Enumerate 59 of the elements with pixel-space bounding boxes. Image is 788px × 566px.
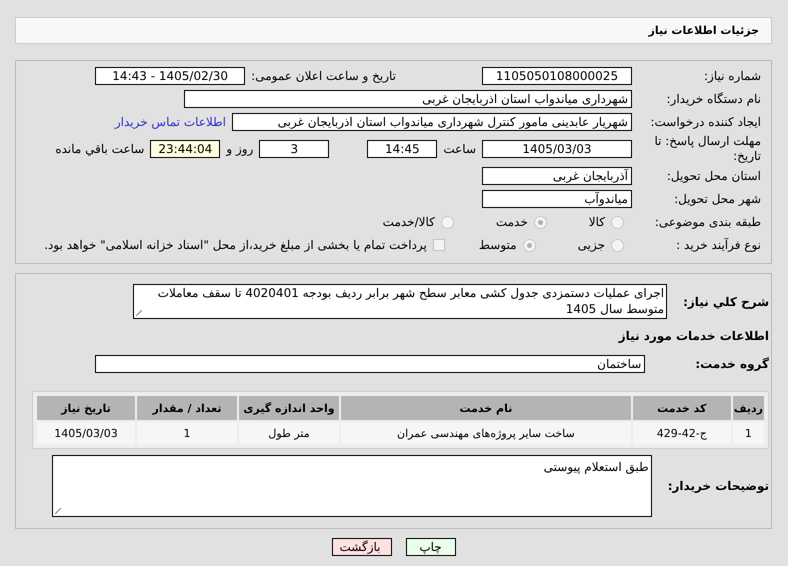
field-label: استان محل تحویل: — [666, 169, 761, 183]
text-field[interactable]: 1405/02/30 - 14:43 — [95, 67, 246, 85]
column-header: واحد اندازه گیری — [239, 396, 339, 420]
radio-button[interactable] — [440, 216, 454, 228]
print-button[interactable]: چاپ — [406, 538, 456, 556]
page-title: جزئیات اطلاعات نیاز — [648, 24, 759, 37]
field-label: نوع فرآیند خرید : — [675, 238, 761, 252]
option-label: کالا — [588, 215, 605, 229]
notes-text: طبق استعلام پیوستی — [542, 459, 649, 475]
table-cell: 1 — [137, 422, 237, 444]
resize-grip-icon — [54, 508, 61, 514]
section-heading: اطلاعات خدمات مورد نیاز — [617, 328, 769, 343]
text-field[interactable]: آذربایجان غربی — [482, 167, 632, 185]
text-field[interactable]: میاندوآب — [482, 190, 632, 208]
column-header: کد خدمت — [632, 396, 731, 420]
field-label: شرح کلي نياز: — [683, 294, 769, 308]
column-header: تعداد / مقدار — [137, 396, 237, 420]
field-label: نام دستگاه خریدار: — [666, 92, 761, 106]
option-label: کالا/خدمت — [382, 215, 435, 229]
column-header: ردیف — [732, 396, 764, 420]
text-field[interactable]: 1405/03/03 — [482, 140, 632, 158]
field-label: شهر محل تحویل: — [673, 192, 761, 206]
table-cell: ساخت سایر پروژه‌های مهندسی عمران — [341, 422, 631, 444]
field-label: طبقه بندی موضوعی: — [654, 215, 761, 229]
radio-button[interactable] — [534, 216, 547, 228]
text-field[interactable]: 14:45 — [367, 140, 438, 158]
field-label: توضیحات خریدار: — [668, 479, 769, 493]
notes-box[interactable]: طبق استعلام پیوستی — [52, 455, 652, 517]
checkbox[interactable] — [432, 239, 445, 251]
field-label: گروه خدمت: — [695, 357, 769, 371]
table-cell: متر طول — [239, 422, 339, 444]
radio-button[interactable] — [611, 216, 624, 228]
text-field[interactable]: شهریار عابدینی مامور کنترل شهرداری میاندواب استان اذربایجان غربی — [232, 113, 632, 131]
days-label: روز و — [226, 142, 254, 156]
resize-grip-icon — [136, 310, 142, 316]
field-label: مهلت ارسال پاسخ: تا تاریخ: — [653, 134, 761, 164]
column-header: نام خدمت — [341, 396, 631, 420]
table-cell: 1 — [732, 422, 764, 444]
option-label: متوسط — [478, 238, 517, 252]
field-label: تاریخ و ساعت اعلان عمومی: — [251, 69, 396, 83]
contact-link[interactable]: اطلاعات تماس خریدار — [114, 115, 226, 129]
table-cell: ج-42-429 — [632, 422, 731, 444]
back-button[interactable]: بازگشت — [332, 538, 392, 556]
remaining-label: ساعت باقي مانده — [55, 142, 144, 156]
option-label: خدمت — [496, 215, 528, 229]
column-header: تاریخ نیاز — [37, 396, 135, 420]
text-field[interactable]: 3 — [259, 140, 330, 158]
field-label: ایجاد کننده درخواست: — [649, 115, 761, 129]
checkbox-label: پرداخت تمام یا بخشی از مبلغ خرید،از محل "اسناد خزانه اسلامی" خواهد بود. — [44, 238, 427, 252]
option-label: جزیی — [578, 238, 605, 252]
radio-button[interactable] — [522, 238, 536, 252]
text-field[interactable]: 23:44:04 — [150, 140, 220, 158]
text-field[interactable]: شهرداری میاندواب استان اذربایجان غربی — [184, 90, 632, 108]
field-label: شماره نیاز: — [703, 69, 761, 83]
text-field[interactable]: 1105050108000025 — [482, 67, 632, 85]
table-cell: 1405/03/03 — [37, 422, 135, 444]
text-field[interactable]: ساختمان — [95, 355, 646, 373]
time-label: ساعت — [443, 142, 476, 156]
radio-button[interactable] — [611, 238, 624, 252]
